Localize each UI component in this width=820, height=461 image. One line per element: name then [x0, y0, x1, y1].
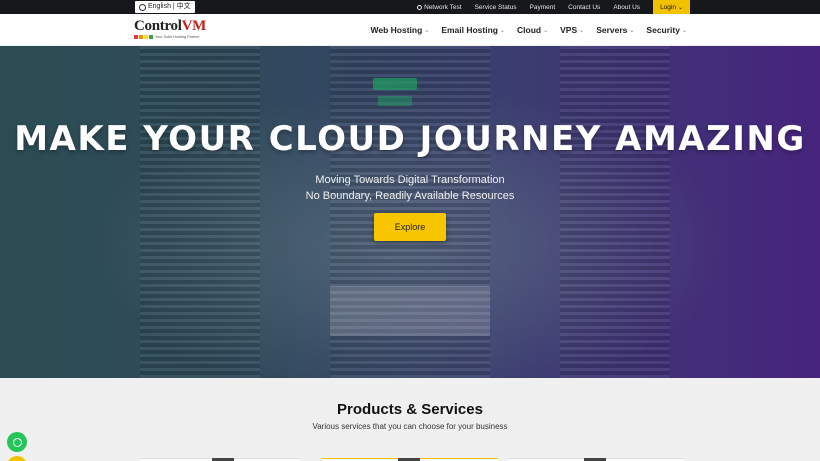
phone-icon — [12, 437, 22, 447]
network-test-label: Network Test — [424, 3, 462, 11]
nav-label: Web Hosting — [370, 25, 423, 35]
nav-item-web-hosting[interactable]: Web Hosting ⌄ — [370, 25, 429, 35]
chevron-down-icon: ⌄ — [424, 27, 430, 34]
nav-label: VPS — [560, 25, 578, 35]
products-title: Products & Services — [337, 401, 483, 418]
chevron-down-icon: ⌄ — [500, 27, 506, 34]
logo-tagline: Your Solid Hosting Partner — [155, 35, 200, 39]
nav-label: Cloud — [517, 25, 542, 35]
nav-item-cloud[interactable]: Cloud ⌄ — [517, 25, 548, 35]
logo-brand-b: VM — [181, 18, 207, 34]
nav-item-servers[interactable]: Servers ⌄ — [596, 25, 634, 35]
logo-tag: Your Solid Hosting Partner — [134, 35, 214, 39]
server-heatsink — [330, 286, 490, 336]
payment-link[interactable]: Payment — [530, 4, 556, 11]
service-status-link[interactable]: Service Status — [475, 4, 517, 11]
search-icon — [417, 4, 423, 10]
server-rack-image — [560, 46, 670, 378]
chevron-down-icon: ⌄ — [677, 4, 683, 11]
logo-wordmark: ControlVM — [134, 19, 214, 34]
hero-title: MAKE YOUR CLOUD JOURNEY AMAZING — [14, 119, 806, 159]
globe-icon — [139, 3, 146, 11]
products-section: Products & Services Various services tha… — [0, 378, 820, 461]
nav-label: Email Hosting — [441, 25, 498, 35]
server-light — [378, 96, 412, 106]
hero-subtitle-1: Moving Towards Digital Transformation — [315, 174, 505, 186]
nav-item-security[interactable]: Security ⌄ — [646, 25, 687, 35]
server-light — [373, 78, 417, 90]
logo-dots — [134, 35, 153, 39]
chevron-down-icon: ⌄ — [543, 27, 549, 34]
products-subtitle: Various services that you can choose for… — [312, 422, 508, 431]
whatsapp-icon[interactable] — [7, 432, 27, 452]
logo-dot — [139, 35, 143, 39]
logo-brand-a: Control — [134, 18, 182, 34]
explore-button[interactable]: Explore — [374, 213, 446, 241]
main-menu: Web Hosting ⌄ Email Hosting ⌄ Cloud ⌄ VPS ⌄ … — [370, 14, 687, 46]
server-rack-image — [140, 46, 260, 378]
language-label: English | 中文 — [148, 3, 191, 10]
hero-banner: MAKE YOUR CLOUD JOURNEY AMAZING Moving T… — [0, 46, 820, 378]
network-test-link[interactable]: Network Test — [417, 3, 462, 11]
logo-dot — [144, 35, 148, 39]
login-button[interactable]: Login ⌄ — [653, 0, 690, 14]
contact-us-link[interactable]: Contact Us — [568, 4, 600, 11]
language-switcher[interactable]: English | 中文 — [135, 1, 195, 13]
top-links: Network Test Service Status Payment Cont… — [417, 0, 820, 14]
chevron-down-icon: ⌄ — [579, 27, 585, 34]
main-navbar: ControlVM Your Solid Hosting Partner Web… — [0, 14, 820, 46]
nav-label: Security — [646, 25, 680, 35]
login-label: Login — [660, 3, 676, 11]
chevron-down-icon: ⌄ — [681, 27, 687, 34]
logo[interactable]: ControlVM Your Solid Hosting Partner — [134, 19, 214, 43]
top-utility-bar: English | 中文 Network Test Service Status… — [0, 0, 820, 14]
logo-dot — [149, 35, 153, 39]
nav-label: Servers — [596, 25, 628, 35]
logo-dot — [134, 35, 138, 39]
nav-item-vps[interactable]: VPS ⌄ — [560, 25, 584, 35]
about-us-link[interactable]: About Us — [613, 4, 640, 11]
chevron-down-icon: ⌄ — [629, 27, 635, 34]
hero-subtitle-2: No Boundary, Readily Available Resources — [305, 190, 515, 202]
nav-item-email-hosting[interactable]: Email Hosting ⌄ — [441, 25, 505, 35]
